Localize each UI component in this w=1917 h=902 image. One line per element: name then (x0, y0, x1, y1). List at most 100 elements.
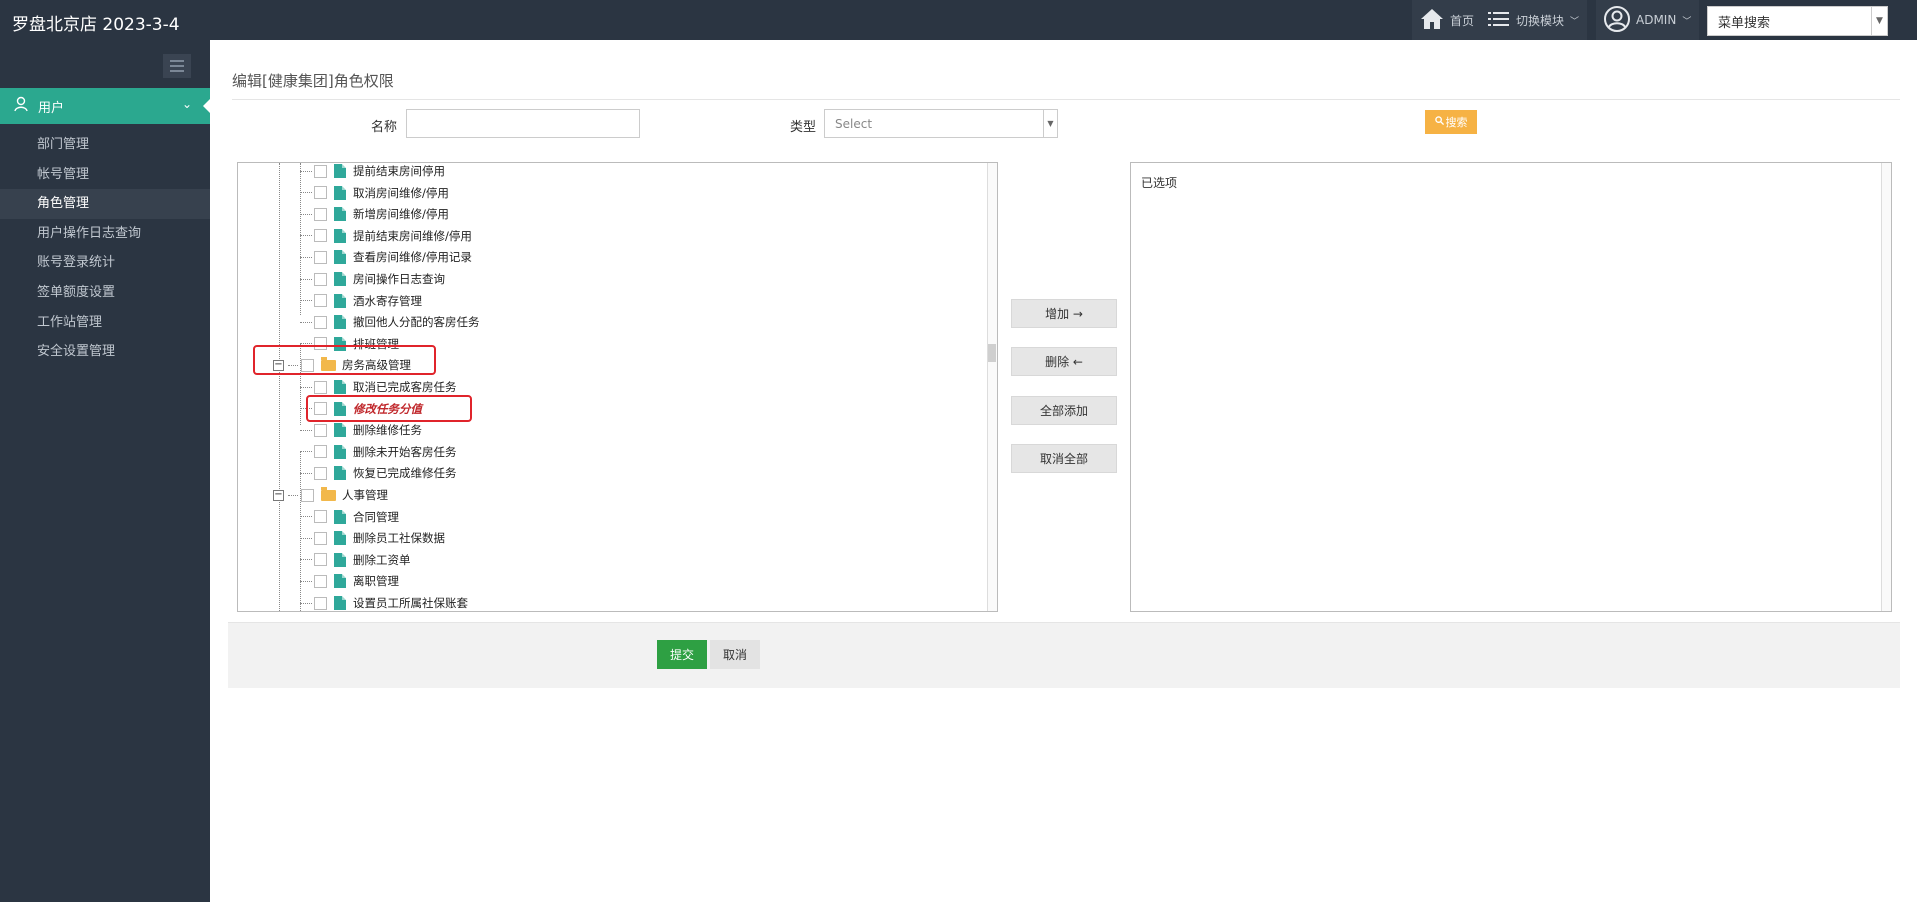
tree-leaf[interactable]: 删除维修任务 (300, 420, 422, 440)
selected-scrollbar[interactable] (1881, 163, 1891, 611)
search-button[interactable]: 搜索 (1425, 110, 1477, 134)
tree-leaf[interactable]: 提前结束房间停用 (300, 163, 445, 181)
chevron-down-icon: ⌄ (181, 97, 192, 111)
tree-scrollbar[interactable] (987, 163, 997, 611)
file-icon (334, 185, 346, 200)
tree-leaf[interactable]: 取消房间维修/停用 (300, 183, 449, 203)
folder-open-icon (321, 486, 336, 501)
add-all-button[interactable]: 全部添加 (1011, 396, 1117, 425)
selected-title: 已选项 (1141, 176, 1178, 190)
tree-leaf[interactable]: 房间操作日志查询 (300, 269, 445, 289)
scrollbar-thumb[interactable] (988, 344, 996, 362)
switch-module-label: 切换模块 (1516, 13, 1565, 28)
tree-leaf[interactable]: 设置员工所属社保账套 (300, 593, 468, 611)
checkbox[interactable] (314, 164, 327, 178)
checkbox[interactable] (314, 272, 327, 286)
sidebar-item-account[interactable]: 帐号管理 (0, 160, 210, 190)
name-label: 名称 (371, 120, 398, 135)
file-icon (334, 380, 346, 394)
sidebar-item-operation-log[interactable]: 用户操作日志查询 (0, 219, 210, 249)
home-icon (1420, 8, 1444, 33)
home-nav[interactable]: 首页 (1412, 0, 1483, 40)
sidebar-section-user[interactable]: 用户 ⌄ (0, 88, 211, 124)
cancel-all-button[interactable]: 取消全部 (1011, 444, 1117, 473)
permission-tree[interactable]: 提前结束房间停用 取消房间维修/停用 新增房间维修/停用 提前结束房间维修/停用… (237, 162, 998, 612)
tree-leaf[interactable]: 离职管理 (300, 571, 399, 591)
divider (232, 99, 1900, 100)
user-icon (14, 96, 30, 116)
type-select-value: Select (835, 116, 873, 131)
checkbox[interactable] (314, 531, 327, 545)
checkbox[interactable] (314, 574, 327, 588)
menu-search-select[interactable]: 菜单搜索 ▼ (1707, 6, 1888, 36)
sidebar-item-credit-limit[interactable]: 签单额度设置 (0, 278, 210, 308)
admin-label: ADMIN (1636, 13, 1677, 27)
top-bar: 罗盘北京店 2023-3-4 首页 切换模块 ﹀ ADMIN ﹀ 菜单搜索 ▼ (0, 0, 1917, 40)
cancel-button[interactable]: 取消 (710, 640, 760, 669)
file-icon (334, 315, 346, 330)
dropdown-arrow-icon[interactable]: ▼ (1043, 110, 1057, 137)
page-title: 编辑[健康集团]角色权限 (232, 72, 394, 90)
sidebar-collapse-button[interactable] (163, 54, 191, 78)
tree-leaf[interactable]: 新增房间维修/停用 (300, 204, 449, 224)
tree-leaf[interactable]: 撤回他人分配的客房任务 (300, 312, 480, 332)
search-button-label: 搜索 (1445, 117, 1468, 129)
tree-leaf[interactable]: 合同管理 (300, 507, 399, 527)
dropdown-arrow-icon[interactable]: ▼ (1871, 7, 1887, 35)
type-label: 类型 (790, 120, 817, 135)
checkbox[interactable] (314, 445, 327, 459)
file-icon (334, 250, 346, 265)
checkbox[interactable] (314, 423, 327, 437)
sidebar-item-workstation[interactable]: 工作站管理 (0, 308, 210, 338)
sidebar-item-security[interactable]: 安全设置管理 (0, 337, 210, 367)
checkbox[interactable] (314, 510, 327, 524)
file-icon (334, 293, 346, 308)
tree-leaf[interactable]: 酒水寄存管理 (300, 291, 422, 311)
tree-leaf[interactable]: 查看房间维修/停用记录 (300, 247, 472, 267)
sidebar-item-login-stats[interactable]: 账号登录统计 (0, 248, 210, 278)
selected-list[interactable]: 已选项 (1130, 162, 1892, 612)
submit-button[interactable]: 提交 (657, 640, 707, 669)
sidebar-item-department[interactable]: 部门管理 (0, 130, 210, 160)
chevron-down-icon: ﹀ (1682, 16, 1692, 27)
tree-leaf[interactable]: 取消已完成客房任务 (300, 377, 457, 397)
admin-menu[interactable]: ADMIN ﹀ (1596, 0, 1700, 40)
file-icon (334, 228, 346, 243)
checkbox[interactable] (314, 207, 327, 221)
file-icon (334, 509, 346, 524)
tree-leaf[interactable]: 恢复已完成维修任务 (300, 463, 457, 483)
file-icon (334, 164, 346, 178)
tree-leaf[interactable]: 删除未开始客房任务 (300, 442, 457, 462)
tree-leaf[interactable]: 提前结束房间维修/停用 (300, 226, 472, 246)
collapse-toggle-icon[interactable]: − (273, 489, 284, 501)
tree-folder-hr[interactable]: − 人事管理 (273, 485, 388, 505)
checkbox[interactable] (314, 186, 327, 200)
search-icon (1434, 116, 1444, 128)
checkbox[interactable] (314, 553, 327, 567)
remove-button[interactable]: 删除 ← (1011, 347, 1117, 376)
checkbox[interactable] (314, 380, 327, 394)
checkbox[interactable] (314, 229, 327, 243)
checkbox[interactable] (314, 315, 327, 329)
tree-line (279, 163, 280, 611)
brand-title: 罗盘北京店 2023-3-4 (12, 15, 180, 35)
file-icon (334, 596, 346, 610)
file-icon (334, 444, 346, 459)
tree-leaf[interactable]: 删除工资单 (300, 550, 411, 570)
checkbox[interactable] (301, 488, 314, 502)
checkbox[interactable] (314, 294, 327, 308)
user-avatar-icon (1604, 5, 1630, 35)
file-icon (334, 423, 346, 438)
checkbox[interactable] (314, 250, 327, 264)
switch-module-nav[interactable]: 切换模块 ﹀ (1480, 0, 1588, 40)
type-select[interactable]: Select ▼ (824, 109, 1058, 138)
list-icon (1488, 11, 1510, 30)
file-icon (334, 574, 346, 589)
name-input[interactable] (406, 109, 640, 138)
sidebar-item-role[interactable]: 角色管理 (0, 189, 210, 219)
add-button[interactable]: 增加 → (1011, 299, 1117, 328)
file-icon (334, 466, 346, 481)
checkbox[interactable] (314, 466, 327, 480)
checkbox[interactable] (314, 596, 327, 610)
tree-leaf[interactable]: 删除员工社保数据 (300, 528, 445, 548)
